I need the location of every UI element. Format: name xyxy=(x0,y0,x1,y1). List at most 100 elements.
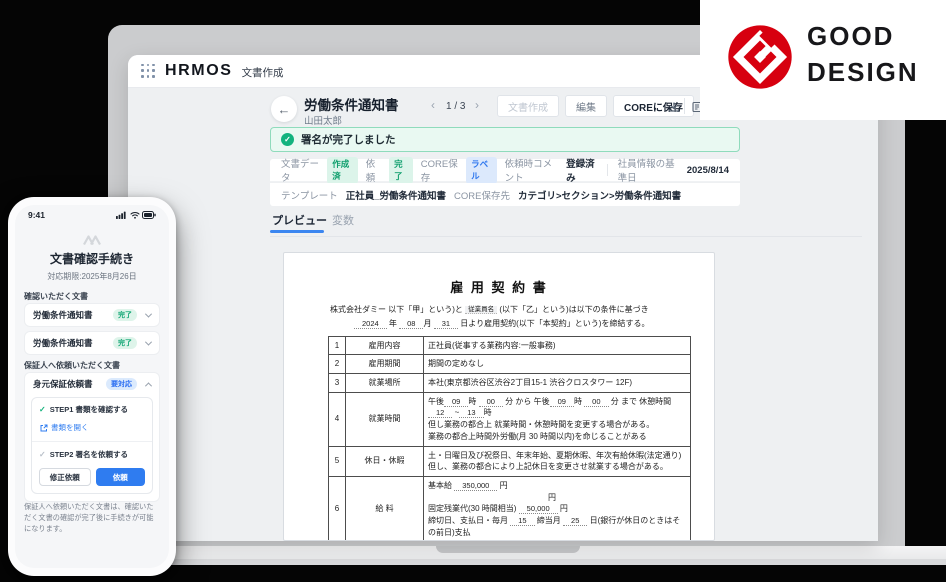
doc-card[interactable]: 労働条件通知書 完了 xyxy=(24,303,160,327)
contract-cell: 休日・休暇 xyxy=(346,446,424,476)
contract-cell: 給 料 xyxy=(346,476,424,541)
request-fix-button[interactable]: 修正依頼 xyxy=(39,468,91,486)
employee-name: 山田太郎 xyxy=(304,113,342,127)
marketing-canvas: HRMOS 文書作成 文書配付 文書 ← 労働条件通知書 山田太郎 ‹ 1 / … xyxy=(0,0,946,582)
pagination-counter: 1 / 3 xyxy=(446,101,465,112)
check-circle-icon: ✓ xyxy=(281,133,294,146)
contract-cell: 4 xyxy=(329,392,346,446)
contract-table-row: 4就業時間午後09時 00 分 から 午後09時 00 分 まで 休憩時間 12… xyxy=(329,392,691,446)
status-badge: 作成済 xyxy=(327,157,358,184)
meta-label: 社員情報の基準日 xyxy=(618,156,679,184)
meta-row-template: テンプレート正社員_労働条件通知書CORE保存先カテゴリ>セクション>労働条件通… xyxy=(270,183,740,206)
success-banner: ✓ 署名が完了しました xyxy=(270,127,740,152)
meta-label: 依頼 xyxy=(366,156,381,184)
contract-table: 1雇用内容正社員(従事する業務内容:一般事務)2雇用期間期間の定めなし3就業場所… xyxy=(328,336,691,541)
download-icon[interactable] xyxy=(664,97,684,117)
open-document-link[interactable]: 書類を開く xyxy=(40,422,145,433)
contract-cell: 就業場所 xyxy=(346,373,424,392)
contract-cell: 6 xyxy=(329,476,346,541)
tab-row-divider xyxy=(270,236,862,237)
meta-divider xyxy=(607,164,608,176)
battery-icon xyxy=(142,211,156,219)
wifi-icon xyxy=(130,211,140,219)
contract-intro-line: 2024 年 08月 31 日より雇用契約(以下「本契約」という)を締結する。 xyxy=(284,317,714,331)
doc-card[interactable]: 労働条件通知書 完了 xyxy=(24,331,160,355)
tab-preview[interactable]: プレビュー xyxy=(272,212,327,228)
chevron-down-icon xyxy=(145,310,152,317)
good-design-award: GOOD DESIGN xyxy=(700,0,946,120)
meta-label: 依頼時コメント xyxy=(505,156,559,184)
contract-table-row: 1雇用内容正社員(従事する業務内容:一般事務) xyxy=(329,336,691,355)
section-label-guarantor: 保証人へ依頼いただく文書 xyxy=(24,360,120,371)
contract-cell: 土・日曜日及び祝祭日、年末年始、夏期休暇、年次有給休暇(法定通り)但し、業務の都… xyxy=(424,446,691,476)
phone-screen: 9:41 文書確認手続き 対応期限:2025年8月26日 確認いただく文書 労働… xyxy=(15,205,169,568)
deadline-text: 対応期限:2025年8月26日 xyxy=(15,271,169,282)
step2-check-icon: ✓ xyxy=(39,450,46,459)
contract-cell: 1 xyxy=(329,336,346,355)
status-badge: 完了 xyxy=(389,157,413,184)
browser-window: HRMOS 文書作成 文書配付 文書 ← 労働条件通知書 山田太郎 ‹ 1 / … xyxy=(128,55,878,541)
status-icons xyxy=(116,211,156,219)
contract-cell: 正社員(従事する業務内容:一般事務) xyxy=(424,336,691,355)
header-button-1[interactable]: 編集 xyxy=(565,95,607,117)
step1-label: STEP1 書類を確認する xyxy=(50,404,128,415)
status-badge: ラベル xyxy=(466,157,497,184)
phone-status-bar: 9:41 xyxy=(15,210,169,220)
product-name: 文書作成 xyxy=(242,65,284,80)
laptop-base-edge xyxy=(55,559,946,565)
good-design-gmark-icon xyxy=(727,24,793,90)
laptop-notch xyxy=(436,546,580,553)
contract-table-row: 6給 料基本給 350,000 円円固定残業代(30 時間相当) 50,000 … xyxy=(329,476,691,541)
phone-page-title: 文書確認手続き xyxy=(15,250,169,267)
award-line2: DESIGN xyxy=(807,55,919,91)
step2-label: STEP2 署名を依頼する xyxy=(50,449,128,460)
tab-variables[interactable]: 変数 xyxy=(332,212,354,228)
toolbar-divider xyxy=(684,98,685,114)
meta-label: 文書データ xyxy=(281,156,319,184)
contract-cell: 就業時間 xyxy=(346,392,424,446)
phone-mockup: 9:41 文書確認手続き 対応期限:2025年8月26日 確認いただく文書 労働… xyxy=(8,197,176,576)
meta-value: 登録済み xyxy=(566,156,597,184)
doc-card-expanded: 身元保証依頼書 要対応 ✓ STEP1 書類を確認する 書類を開く xyxy=(24,372,160,502)
hrmos-mark-icon xyxy=(15,232,169,250)
meta-value: 正社員_労働条件通知書 xyxy=(346,188,446,202)
contract-cell: 3 xyxy=(329,373,346,392)
step1-row: ✓ STEP1 書類を確認する xyxy=(39,404,145,415)
contract-table-row: 2雇用期間期間の定めなし xyxy=(329,355,691,374)
doc-card-header[interactable]: 身元保証依頼書 要対応 xyxy=(25,373,159,395)
app-grid-icon[interactable] xyxy=(141,64,156,79)
contract-cell: 雇用内容 xyxy=(346,336,424,355)
doc-card-title: 労働条件通知書 xyxy=(33,337,93,349)
success-banner-text: 署名が完了しました xyxy=(301,132,396,147)
divider xyxy=(32,441,152,442)
section-label-confirm: 確認いただく文書 xyxy=(24,291,88,302)
header-button-0[interactable]: 文書作成 xyxy=(497,95,559,117)
doc-card-title: 身元保証依頼書 xyxy=(33,378,93,390)
status-badge: 要対応 xyxy=(106,378,137,390)
open-document-label: 書類を開く xyxy=(51,422,89,433)
contract-table-row: 5休日・休暇土・日曜日及び祝祭日、年末年始、夏期休暇、年次有給休暇(法定通り)但… xyxy=(329,446,691,476)
contract-cell: 期間の定めなし xyxy=(424,355,691,374)
contract-cell: 本社(東京都渋谷区渋谷2丁目15-1 渋谷クロスタワー 12F) xyxy=(424,373,691,392)
contract-cell: 雇用期間 xyxy=(346,355,424,374)
contract-title: 雇 用 契 約 書 xyxy=(284,277,714,296)
external-link-icon xyxy=(40,424,48,432)
chevron-up-icon xyxy=(145,382,152,389)
meta-value: カテゴリ>セクション>労働条件通知書 xyxy=(518,188,681,202)
active-tab-underline xyxy=(270,230,324,233)
contract-table-row: 3就業場所本社(東京都渋谷区渋谷2丁目15-1 渋谷クロスタワー 12F) xyxy=(329,373,691,392)
step1-check-icon: ✓ xyxy=(39,405,46,414)
back-button[interactable]: ← xyxy=(271,96,297,122)
pagination-prev-button[interactable]: ‹ xyxy=(431,98,435,112)
request-button[interactable]: 依頼 xyxy=(96,468,146,486)
phone-footer-note: 保証人へ依頼いただく文書は、確認いただく文書の確認が完了後に手続きが可能になりま… xyxy=(24,501,160,534)
status-badge: 完了 xyxy=(113,337,137,349)
meta-label: CORE保存先 xyxy=(454,188,510,202)
contract-cell: 午後09時 00 分 から 午後09時 00 分 まで 休憩時間 12 ~13時… xyxy=(424,392,691,446)
contract-cell: 2 xyxy=(329,355,346,374)
status-time: 9:41 xyxy=(28,210,45,220)
steps-box: ✓ STEP1 書類を確認する 書類を開く ✓ STEP2 署名を依頼する 修正… xyxy=(31,397,153,494)
contract-intro-line: 株式会社ダミー 以下「甲」という)と 従業員名 (以下「乙」という)は以下の条件… xyxy=(284,303,714,317)
pagination-next-button[interactable]: › xyxy=(475,98,479,112)
contract-cell: 5 xyxy=(329,446,346,476)
